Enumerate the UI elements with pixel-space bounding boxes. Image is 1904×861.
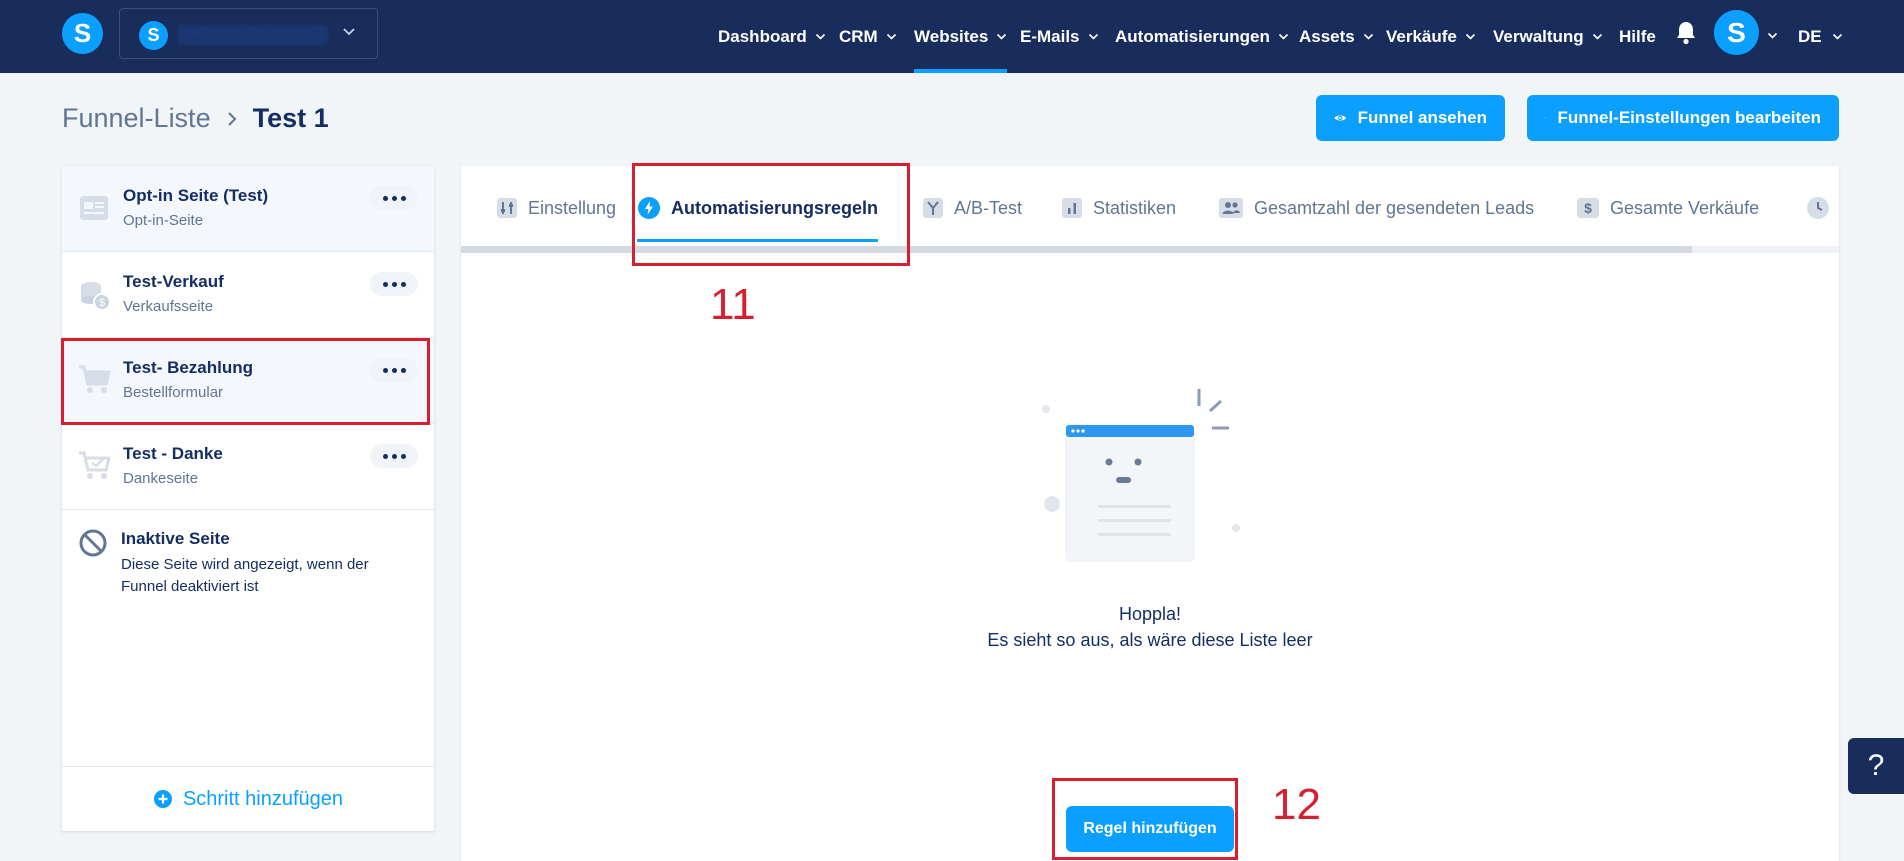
- nav-dashboard[interactable]: Dashboard: [718, 0, 826, 73]
- inactive-page-item[interactable]: Inaktive Seite Diese Seite wird angezeig…: [62, 511, 434, 611]
- funnel-steps-panel: Opt-in Seite (Test) Opt-in-Seite $ Test-…: [62, 166, 434, 831]
- bell-icon[interactable]: [1674, 20, 1698, 51]
- annotation-number-11: 11: [710, 280, 756, 329]
- add-step-button[interactable]: Schritt hinzufügen: [62, 766, 434, 831]
- cart-check-icon: [78, 450, 112, 487]
- top-navbar: S S evelindea@systeme.io Dashboard CRM W…: [0, 0, 1904, 73]
- chevron-down-icon: [1832, 31, 1843, 42]
- step-type: Verkaufsseite: [123, 298, 214, 315]
- inactive-page-description: Diese Seite wird angezeigt, wenn der Fun…: [121, 556, 369, 595]
- sliders-icon: [497, 198, 517, 218]
- empty-list-illustration: [1042, 389, 1240, 562]
- chevron-right-icon: [225, 110, 239, 128]
- page-title: Test 1: [252, 103, 329, 133]
- chevron-down-icon: [996, 31, 1007, 42]
- chevron-down-icon: [1088, 31, 1099, 42]
- empty-state-subtitle: Es sieht so aus, als wäre diese Liste le…: [987, 630, 1313, 650]
- tab-ab-test[interactable]: A/B-Test: [922, 166, 1022, 250]
- user-avatar[interactable]: S: [1714, 10, 1759, 55]
- tab-total-sales[interactable]: $ Gesamte Verkäufe: [1576, 166, 1759, 250]
- tab-total-leads[interactable]: Gesamtzahl der gesendeten Leads: [1218, 166, 1534, 250]
- chevron-down-icon: [342, 24, 356, 43]
- step-type: Dankeseite: [123, 470, 199, 487]
- step-sales-page[interactable]: $ Test-Verkauf Verkaufsseite: [62, 252, 434, 338]
- clock-icon: [1807, 197, 1829, 219]
- account-email: evelindea@systeme.io: [178, 25, 328, 45]
- nav-management[interactable]: Verwaltung: [1493, 0, 1603, 73]
- tab-more[interactable]: [1806, 166, 1840, 250]
- bar-chart-icon: [1062, 198, 1082, 218]
- language-selector[interactable]: DE: [1798, 0, 1843, 73]
- gear-icon: [1545, 117, 1547, 119]
- annotation-box-tab: [632, 163, 910, 266]
- chevron-down-icon: [1592, 31, 1603, 42]
- sales-coins-icon: $: [78, 278, 112, 317]
- svg-text:$: $: [1584, 200, 1592, 216]
- account-logo-icon: S: [139, 21, 168, 50]
- nav-emails[interactable]: E-Mails: [1020, 0, 1099, 73]
- chevron-down-icon: [1465, 31, 1476, 42]
- funnel-detail-panel: Einstellung Automatisierungsregeln A/B-T…: [461, 166, 1839, 861]
- nav-automations[interactable]: Automatisierungen: [1115, 0, 1289, 73]
- edit-funnel-settings-button[interactable]: Funnel-Einstellungen bearbeiten: [1527, 95, 1839, 141]
- users-icon: [1219, 198, 1243, 218]
- chevron-down-icon: [1363, 31, 1374, 42]
- annotation-number-12: 12: [1272, 780, 1321, 829]
- help-button[interactable]: ?: [1848, 738, 1904, 794]
- annotation-box-step: [61, 338, 430, 425]
- inactive-page-title: Inaktive Seite: [121, 529, 230, 548]
- view-funnel-button[interactable]: Funnel ansehen: [1316, 95, 1505, 141]
- nav-assets[interactable]: Assets: [1299, 0, 1374, 73]
- nav-sales[interactable]: Verkäufe: [1386, 0, 1476, 73]
- breadcrumb: Funnel-Liste Test 1: [62, 103, 329, 134]
- step-more-button[interactable]: [370, 186, 418, 210]
- chevron-down-icon: [815, 31, 826, 42]
- step-more-button[interactable]: [370, 444, 418, 468]
- chevron-down-icon[interactable]: [1767, 28, 1778, 46]
- step-title: Test-Verkauf: [123, 272, 224, 291]
- optin-page-icon: [78, 192, 110, 229]
- nav-crm[interactable]: CRM: [839, 0, 897, 73]
- step-optin-page[interactable]: Opt-in Seite (Test) Opt-in-Seite: [62, 166, 434, 252]
- eye-icon: [1334, 115, 1347, 121]
- step-thank-you-page[interactable]: Test - Danke Dankeseite: [62, 424, 434, 510]
- forbidden-icon: [79, 529, 107, 562]
- tab-settings[interactable]: Einstellung: [496, 166, 616, 250]
- plus-circle-icon: [153, 790, 172, 808]
- breadcrumb-funnel-list[interactable]: Funnel-Liste: [62, 103, 211, 134]
- nav-help[interactable]: Hilfe: [1619, 0, 1656, 73]
- nav-websites[interactable]: Websites: [914, 0, 1008, 73]
- step-more-button[interactable]: [370, 272, 418, 296]
- step-title: Opt-in Seite (Test): [123, 186, 269, 205]
- annotation-box-button: [1052, 778, 1238, 860]
- chevron-down-icon: [1278, 31, 1289, 42]
- step-title: Test - Danke: [123, 444, 223, 463]
- step-type: Opt-in-Seite: [123, 212, 204, 229]
- svg-text:$: $: [99, 297, 105, 309]
- dollar-icon: $: [1577, 198, 1599, 218]
- empty-state-title: Hoppla!: [1118, 604, 1182, 624]
- split-icon: [923, 198, 943, 218]
- chevron-down-icon: [886, 31, 897, 42]
- tab-statistics[interactable]: Statistiken: [1061, 166, 1176, 250]
- systeme-logo[interactable]: S: [62, 13, 103, 54]
- decorative-dot: [1044, 496, 1060, 512]
- account-selector[interactable]: S evelindea@systeme.io: [119, 8, 378, 59]
